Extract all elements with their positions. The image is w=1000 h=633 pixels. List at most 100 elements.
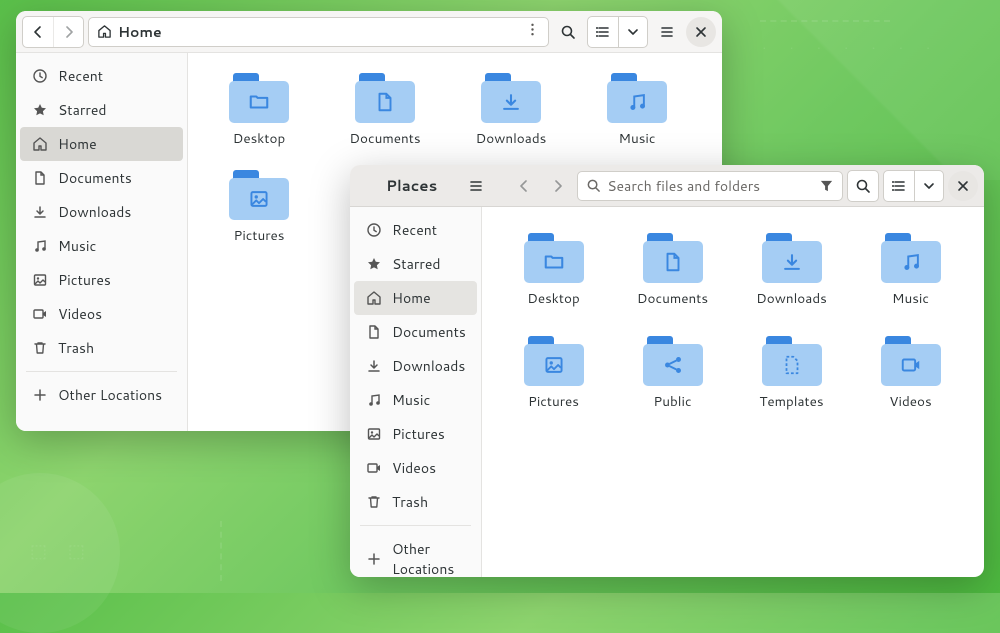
sidebar-item-trash[interactable]: Trash [354,485,477,519]
folder-label: Desktop [233,129,285,148]
sidebar-item-videos[interactable]: Videos [20,297,183,331]
sidebar-item-starred[interactable]: Starred [20,93,183,127]
download-icon [32,204,48,220]
folder-videos[interactable]: Videos [851,328,970,419]
folder-templates[interactable]: Templates [732,328,851,419]
star-icon [32,102,48,118]
sidebar-item-label: Music [392,390,430,410]
folder-pictures[interactable]: Pictures [494,328,613,419]
folder-music[interactable]: Music [851,225,970,316]
sidebar: Recent Starred Home Documents Downloads Music… [350,207,482,577]
close-icon [955,178,971,194]
folder-pictures[interactable]: Pictures [196,162,322,253]
plus-icon [366,551,382,567]
path-more-button[interactable] [525,22,540,42]
folder-label: Documents [349,129,420,148]
folder-downloads[interactable]: Downloads [448,65,574,156]
search-toggle [847,170,879,202]
folder-desktop[interactable]: Desktop [196,65,322,156]
headerbar: Home [16,11,722,53]
sidebar-item-other-locations[interactable]: Other Locations [354,532,477,577]
view-list-button[interactable] [588,17,618,47]
search-bar[interactable]: Search files and folders [577,171,843,201]
sidebar-item-label: Pictures [58,270,111,290]
folder-music[interactable]: Music [574,65,700,156]
file-manager-window-2: Places Search files and folders Recent St… [350,165,984,577]
search-icon [560,24,576,40]
folder-label: Music [892,289,929,308]
close-button[interactable] [948,171,978,201]
sidebar-item-music[interactable]: Music [20,229,183,263]
hamburger-button[interactable] [652,17,682,47]
path-bar[interactable]: Home [88,17,549,47]
plus-icon [32,387,48,403]
window-title: Places [356,175,457,196]
sidebar-item-recent[interactable]: Recent [354,213,477,247]
sidebar-item-label: Downloads [58,202,131,222]
sidebar-item-label: Home [392,288,431,308]
folder-icon [607,73,667,123]
hamburger-button[interactable] [461,171,491,201]
back-icon [516,178,532,194]
sidebar-item-label: Starred [58,100,107,120]
sidebar-item-documents[interactable]: Documents [20,161,183,195]
folder-documents[interactable]: Documents [322,65,448,156]
folder-icon [762,336,822,386]
folder-label: Desktop [527,289,579,308]
folder-label: Pictures [528,392,579,411]
sidebar-item-downloads[interactable]: Downloads [20,195,183,229]
sidebar-item-music[interactable]: Music [354,383,477,417]
search-button[interactable] [848,171,878,201]
sidebar-item-label: Documents [392,322,466,342]
view-options-button[interactable] [618,17,647,47]
back-button[interactable] [23,17,53,47]
chevron-down-icon [921,178,937,194]
sidebar-item-documents[interactable]: Documents [354,315,477,349]
sidebar-item-recent[interactable]: Recent [20,59,183,93]
filter-icon[interactable] [819,178,834,193]
home-icon [32,136,48,152]
sidebar-item-label: Trash [58,338,94,358]
sidebar-item-home[interactable]: Home [20,127,183,161]
sidebar-item-videos[interactable]: Videos [354,451,477,485]
folder-downloads[interactable]: Downloads [732,225,851,316]
sidebar-item-trash[interactable]: Trash [20,331,183,365]
image-icon [366,426,382,442]
sidebar-item-pictures[interactable]: Pictures [354,417,477,451]
content-area[interactable]: Desktop DocumentsDownloads Music Pictures Pu… [482,207,984,577]
sidebar-item-other-locations[interactable]: Other Locations [20,378,183,412]
path-label: Home [118,22,162,42]
sidebar-item-home[interactable]: Home [354,281,477,315]
clock-icon [366,222,382,238]
folder-label: Videos [889,392,931,411]
back-button[interactable] [509,171,539,201]
sidebar-item-label: Downloads [392,356,465,376]
sidebar: Recent Starred Home Documents Downloads Music… [16,53,188,431]
folder-desktop[interactable]: Desktop [494,225,613,316]
view-switcher [587,16,648,48]
sidebar-item-label: Home [58,134,97,154]
folder-documents[interactable]: Documents [613,225,732,316]
sidebar-item-label: Starred [392,254,441,274]
forward-button[interactable] [543,171,573,201]
sidebar-item-pictures[interactable]: Pictures [20,263,183,297]
view-switcher [883,170,944,202]
search-icon [586,178,601,193]
folder-icon [762,233,822,283]
sidebar-item-label: Videos [392,458,436,478]
search-button[interactable] [553,17,583,47]
sidebar-item-starred[interactable]: Starred [354,247,477,281]
close-button[interactable] [686,17,716,47]
sidebar-item-downloads[interactable]: Downloads [354,349,477,383]
view-list-button[interactable] [884,171,914,201]
video-icon [32,306,48,322]
trash-icon [366,494,382,510]
view-options-button[interactable] [914,171,943,201]
nav-buttons [22,16,84,48]
forward-button[interactable] [53,17,83,47]
window-body: RecentStarredHomeDocumentsDownloadsMusic… [350,207,984,577]
folder-public[interactable]: Public [613,328,732,419]
forward-icon [550,178,566,194]
folder-icon [524,233,584,283]
folder-grid: Desktop DocumentsDownloads Music Pictures Pu… [490,219,976,425]
